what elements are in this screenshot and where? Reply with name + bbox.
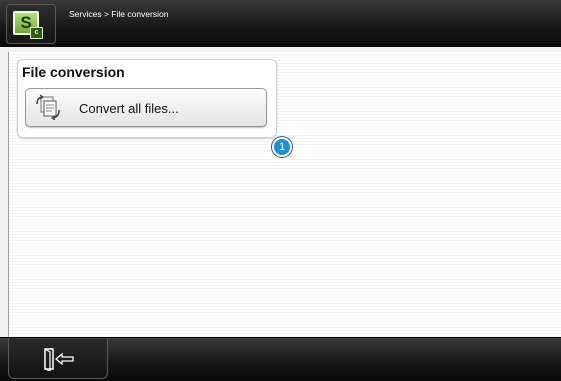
file-convert-icon — [36, 94, 60, 120]
bottom-bar — [0, 337, 561, 381]
app-logo-badge-icon: c — [30, 27, 43, 39]
exit-door-icon — [44, 348, 74, 371]
callout-marker: 1 — [272, 137, 292, 157]
top-bar: S c Services > File conversion — [0, 0, 561, 47]
app-logo-icon: S c — [13, 11, 43, 39]
app-menu-button[interactable]: S c — [6, 4, 56, 44]
file-conversion-group: File conversion Convert all files... — [17, 59, 277, 138]
convert-button-label: Convert all files... — [79, 101, 179, 116]
app-window: S c Services > File conversion File conv… — [0, 0, 561, 381]
breadcrumb: Services > File conversion — [69, 9, 169, 19]
group-title: File conversion — [22, 64, 125, 80]
exit-button[interactable] — [8, 339, 108, 379]
content-area: File conversion Convert all files... — [8, 52, 561, 337]
convert-all-files-button[interactable]: Convert all files... — [25, 88, 267, 127]
